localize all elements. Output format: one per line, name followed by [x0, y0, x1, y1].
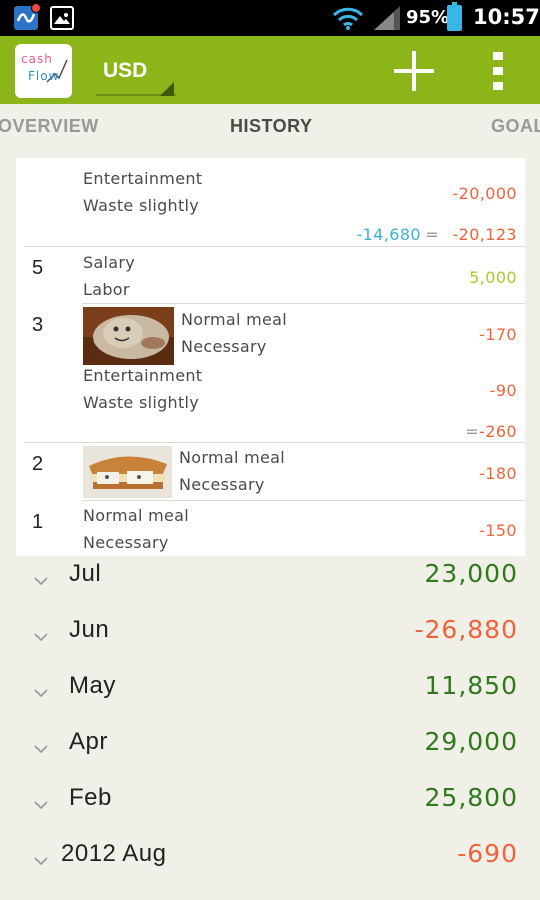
chevron-down-icon — [34, 857, 48, 866]
month-row-apr[interactable]: Apr 29,000 — [0, 720, 540, 776]
tab-strip: OVERVIEW HISTORY GOAL — [0, 104, 540, 152]
tab-history[interactable]: HISTORY — [230, 116, 313, 137]
gallery-icon — [50, 6, 74, 30]
entry-category: Salary — [83, 253, 136, 272]
chevron-down-icon — [34, 801, 48, 810]
list-item[interactable]: Entertainment Waste slightly -20,000 -14… — [16, 158, 525, 246]
month-total: 11,850 — [424, 671, 518, 700]
entry-type: Waste slightly — [83, 393, 200, 412]
chevron-down-icon — [34, 745, 48, 754]
entry-amount: -170 — [479, 325, 517, 344]
tab-goal[interactable]: GOAL — [491, 116, 540, 137]
month-total: -26,880 — [414, 615, 518, 644]
month-label: Jul — [69, 560, 102, 587]
equals-sign: = — [425, 225, 439, 244]
month-total: 29,000 — [424, 727, 518, 756]
sandwich-photo[interactable] — [83, 446, 172, 498]
entry-category: Entertainment — [83, 366, 203, 385]
add-entry-button[interactable] — [388, 50, 440, 92]
chevron-down-icon — [34, 689, 48, 698]
entry-type: Labor — [83, 280, 130, 299]
entry-category: Normal meal — [83, 506, 189, 525]
month-row-2012-aug[interactable]: 2012 Aug -690 — [0, 832, 540, 888]
month-label: May — [69, 672, 116, 699]
app-notification-icon — [14, 3, 41, 30]
entry-type: Necessary — [179, 475, 265, 494]
day-number: 3 — [32, 314, 44, 336]
group-total: -260 — [479, 422, 517, 441]
month-total: -690 — [457, 839, 518, 868]
table-row[interactable]: 2 Normal meal Necessary -180 — [16, 443, 525, 500]
entry-amount: -180 — [479, 464, 517, 483]
app-logo[interactable]: cash Flow — [15, 44, 72, 98]
clock: 10:57 — [473, 5, 540, 29]
equals-sign: = — [465, 422, 479, 441]
month-row-jul[interactable]: Jul 23,000 — [0, 552, 540, 608]
overflow-dot — [493, 67, 503, 75]
entry-type: Necessary — [181, 337, 267, 356]
month-label: Jun — [69, 616, 110, 643]
battery-percent: 95% — [406, 7, 450, 28]
entry-type: Waste slightly — [83, 196, 200, 215]
month-row-jun[interactable]: Jun -26,880 — [0, 608, 540, 664]
action-bar: cash Flow USD — [0, 36, 540, 104]
group-subtotal: -14,680 — [356, 225, 421, 244]
month-row-may[interactable]: May 11,850 — [0, 664, 540, 720]
tab-overview[interactable]: OVERVIEW — [0, 116, 99, 137]
currency-spinner[interactable]: USD — [96, 46, 176, 96]
group-total: -20,123 — [452, 225, 517, 244]
chevron-down-icon — [34, 633, 48, 642]
overflow-dot — [493, 52, 503, 60]
entry-category: Normal meal — [181, 310, 287, 329]
entry-type: Necessary — [83, 533, 169, 552]
entry-category: Entertainment — [83, 169, 203, 188]
entry-amount: 5,000 — [469, 268, 517, 287]
signal-icon — [374, 6, 400, 30]
entry-amount: -150 — [479, 521, 517, 540]
table-row[interactable]: 1 Normal meal Necessary -150 — [16, 501, 525, 556]
table-row[interactable]: 5 Salary Labor 5,000 — [16, 247, 525, 303]
status-bar: 95% 10:57 — [0, 0, 540, 36]
history-card: Entertainment Waste slightly -20,000 -14… — [16, 158, 525, 556]
overflow-menu-button[interactable] — [485, 52, 511, 92]
month-label: Apr — [69, 728, 108, 755]
entry-amount: -90 — [489, 381, 517, 400]
logo-text-cash: cash — [21, 52, 53, 66]
wifi-icon — [332, 7, 364, 30]
battery-icon — [447, 2, 462, 31]
logo-text-flow: Flow — [28, 69, 60, 83]
day-number: 5 — [32, 257, 44, 279]
food-plate-photo[interactable] — [83, 307, 174, 365]
day-number: 1 — [32, 511, 44, 533]
table-row[interactable]: 3 Normal meal Necessary -170 Entertainme… — [16, 304, 525, 442]
currency-label: USD — [103, 59, 148, 82]
overflow-dot — [493, 82, 503, 90]
month-row-feb[interactable]: Feb 25,800 — [0, 776, 540, 832]
month-label: 2012 Aug — [61, 840, 167, 867]
entry-amount: -20,000 — [452, 184, 517, 203]
month-total: 25,800 — [424, 783, 518, 812]
chevron-down-icon — [34, 577, 48, 586]
entry-category: Normal meal — [179, 448, 285, 467]
month-label: Feb — [69, 784, 112, 811]
day-number: 2 — [32, 453, 44, 475]
spinner-arrow-icon — [160, 82, 174, 96]
month-total: 23,000 — [424, 559, 518, 588]
